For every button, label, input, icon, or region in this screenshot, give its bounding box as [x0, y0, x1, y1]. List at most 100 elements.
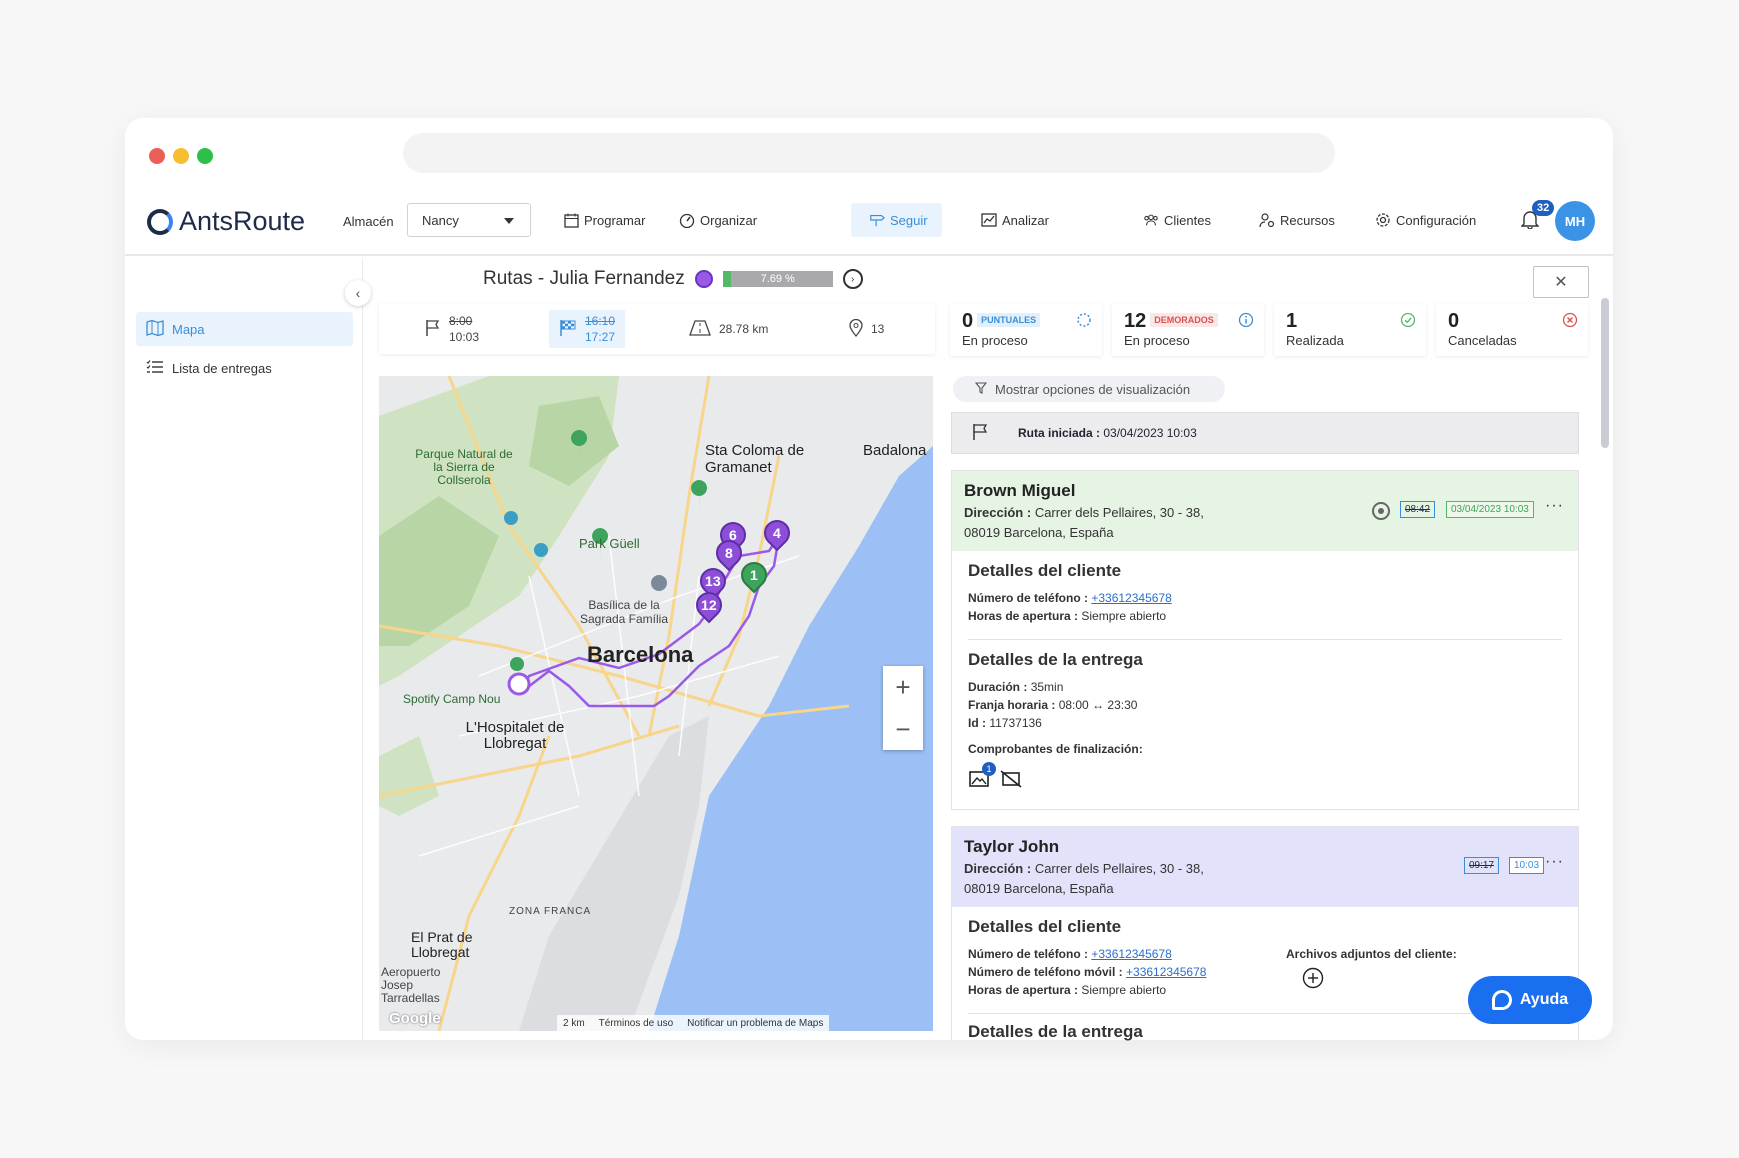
counter-realizada[interactable]: 1 Realizada: [1274, 304, 1426, 356]
store-select-value: Nancy: [422, 213, 459, 228]
help-button[interactable]: Ayuda: [1468, 976, 1592, 1024]
sidebar-item-mapa[interactable]: Mapa: [136, 312, 353, 346]
end-actual-time: 17:27: [585, 330, 616, 344]
sidebar-item-lista-de-entregas[interactable]: Lista de entregas: [136, 351, 353, 385]
proofs-row: 1: [968, 762, 1562, 790]
proofs-label: Comprobantes de finalización:: [968, 742, 1143, 756]
avatar[interactable]: MH: [1555, 201, 1595, 241]
close-icon: ✕: [1554, 274, 1568, 291]
nav-configuracion-label: Configuración: [1396, 212, 1477, 228]
logo[interactable]: AntsRoute: [147, 206, 305, 237]
map-label-prat: El Prat de Llobregat: [411, 929, 473, 960]
stop-marker-label: 13: [705, 573, 721, 590]
phone-label: Número de teléfono :: [968, 591, 1089, 605]
nav-seguir-label: Seguir: [890, 212, 928, 228]
counter-tag: PUNTUALES: [977, 313, 1041, 327]
display-options-button[interactable]: Mostrar opciones de visualización: [953, 376, 1225, 402]
close-route-button[interactable]: ✕: [1533, 266, 1589, 298]
maximize-window-button[interactable]: [197, 148, 213, 164]
panel-scrollbar[interactable]: [1601, 298, 1609, 448]
display-options-label: Mostrar opciones de visualización: [995, 381, 1191, 397]
nav-clientes[interactable]: Clientes: [1135, 203, 1219, 237]
map-label-sagrada: Basílica de la Sagrada Família: [579, 598, 669, 626]
nav-configuracion[interactable]: Configuración: [1367, 203, 1484, 237]
zoom-in-button[interactable]: +: [883, 666, 923, 708]
nav-organizar[interactable]: Organizar: [671, 203, 765, 237]
sidebar: ‹ Mapa Lista de entregas: [125, 258, 371, 1040]
spinner-icon: [1076, 312, 1092, 328]
road-icon: [689, 319, 711, 339]
signature-proof-icon[interactable]: [1000, 768, 1022, 790]
section-title: Detalles del cliente: [968, 917, 1122, 936]
counter-number: 1: [1286, 310, 1298, 332]
minimize-window-button[interactable]: [173, 148, 189, 164]
client-name: Brown Miguel: [964, 481, 1076, 500]
nav-recursos-label: Recursos: [1280, 212, 1335, 228]
route-start-times: 8:00 10:03: [425, 304, 479, 354]
mobile-link[interactable]: +33612345678: [1126, 965, 1206, 979]
proof-count-badge: 1: [982, 762, 996, 776]
counter-label: En proceso: [962, 333, 1028, 348]
counter-puntuales[interactable]: 0 PUNTUALES En proceso: [950, 304, 1102, 356]
phone-link[interactable]: +33612345678: [1091, 947, 1171, 961]
close-window-button[interactable]: [149, 148, 165, 164]
counter-number: 12: [1124, 310, 1147, 332]
route-progress-fill: [722, 271, 732, 287]
add-attachment-icon[interactable]: [1302, 967, 1324, 994]
map-terms-link[interactable]: Términos de uso: [599, 1018, 673, 1029]
help-label: Ayuda: [1519, 991, 1569, 1008]
collapse-sidebar-button[interactable]: ‹: [345, 280, 371, 306]
start-planned-time: 8:00: [449, 314, 473, 328]
phone-link[interactable]: +33612345678: [1091, 591, 1171, 605]
hours-value: Siempre abierto: [1081, 609, 1167, 623]
counter-tag: DEMORADOS: [1150, 313, 1218, 327]
slot-value: 08:00 ↔ 23:30: [1058, 698, 1138, 712]
route-progress-text: 7.69 %: [760, 273, 795, 285]
delivery-card[interactable]: Brown Miguel Dirección : Carrer dels Pel…: [951, 470, 1579, 810]
map-label-zona-franca: ZONA FRANCA: [509, 906, 592, 917]
store-select[interactable]: Nancy: [407, 203, 531, 237]
route-header: Rutas - Julia Fernandez 7.69 % ›: [483, 268, 863, 290]
slot-label: Franja horaria :: [968, 698, 1056, 712]
route-end-times: 16:10 17:27: [549, 310, 626, 348]
logo-icon: [147, 208, 173, 235]
notifications-badge: 32: [1532, 200, 1555, 216]
cancel-circle-icon: [1562, 312, 1578, 328]
section-title: Detalles del cliente: [968, 561, 1122, 580]
next-route-button[interactable]: ›: [842, 269, 863, 289]
info-icon: [1238, 312, 1254, 328]
planned-time: 08:42: [1400, 501, 1436, 518]
counter-demorados[interactable]: 12 DEMORADOS En proceso: [1112, 304, 1264, 356]
duration-value: 35min: [1030, 680, 1064, 694]
sidebar-item-label: Mapa: [172, 321, 205, 337]
stop-marker-label: 8: [725, 545, 733, 562]
chevron-left-icon: ‹: [355, 285, 361, 301]
counter-label: Canceladas: [1448, 333, 1517, 348]
signpost-icon: [869, 212, 885, 228]
route-distance: 28.78 km: [689, 304, 768, 354]
client-details-section: Detalles del cliente Número de teléfono …: [952, 551, 1578, 639]
actual-time: 10:03: [1509, 857, 1545, 874]
more-options-icon[interactable]: ···: [1545, 497, 1564, 515]
counter-canceladas[interactable]: 0 Canceladas: [1436, 304, 1588, 356]
nav-recursos[interactable]: Recursos: [1251, 203, 1343, 237]
chevron-right-icon: ›: [851, 273, 855, 285]
nav-programar[interactable]: Programar: [555, 203, 653, 237]
id-label: Id :: [968, 716, 986, 730]
mobile-label: Número de teléfono móvil :: [968, 965, 1123, 979]
zoom-out-button[interactable]: −: [883, 708, 923, 750]
route-map[interactable]: Barcelona L'Hospitalet de Llobregat Sta …: [379, 376, 933, 1031]
end-planned-time: 16:10: [585, 314, 616, 328]
attachments-label: Archivos adjuntos del cliente:: [1286, 947, 1457, 961]
address-line2: 08019 Barcelona, España: [964, 881, 1114, 896]
stop-marker-label: 4: [773, 525, 781, 542]
nav-analizar[interactable]: Analizar: [973, 203, 1057, 237]
map-report-link[interactable]: Notificar un problema de Maps: [687, 1018, 823, 1029]
actual-time: 03/04/2023 10:03: [1446, 501, 1534, 518]
address-bar[interactable]: [403, 133, 1335, 173]
more-options-icon[interactable]: ···: [1545, 853, 1564, 871]
hours-label: Horas de apertura :: [968, 983, 1079, 997]
nav-seguir[interactable]: Seguir: [851, 203, 942, 237]
gear-icon: [1375, 212, 1391, 228]
counter-number: 0: [962, 310, 974, 332]
